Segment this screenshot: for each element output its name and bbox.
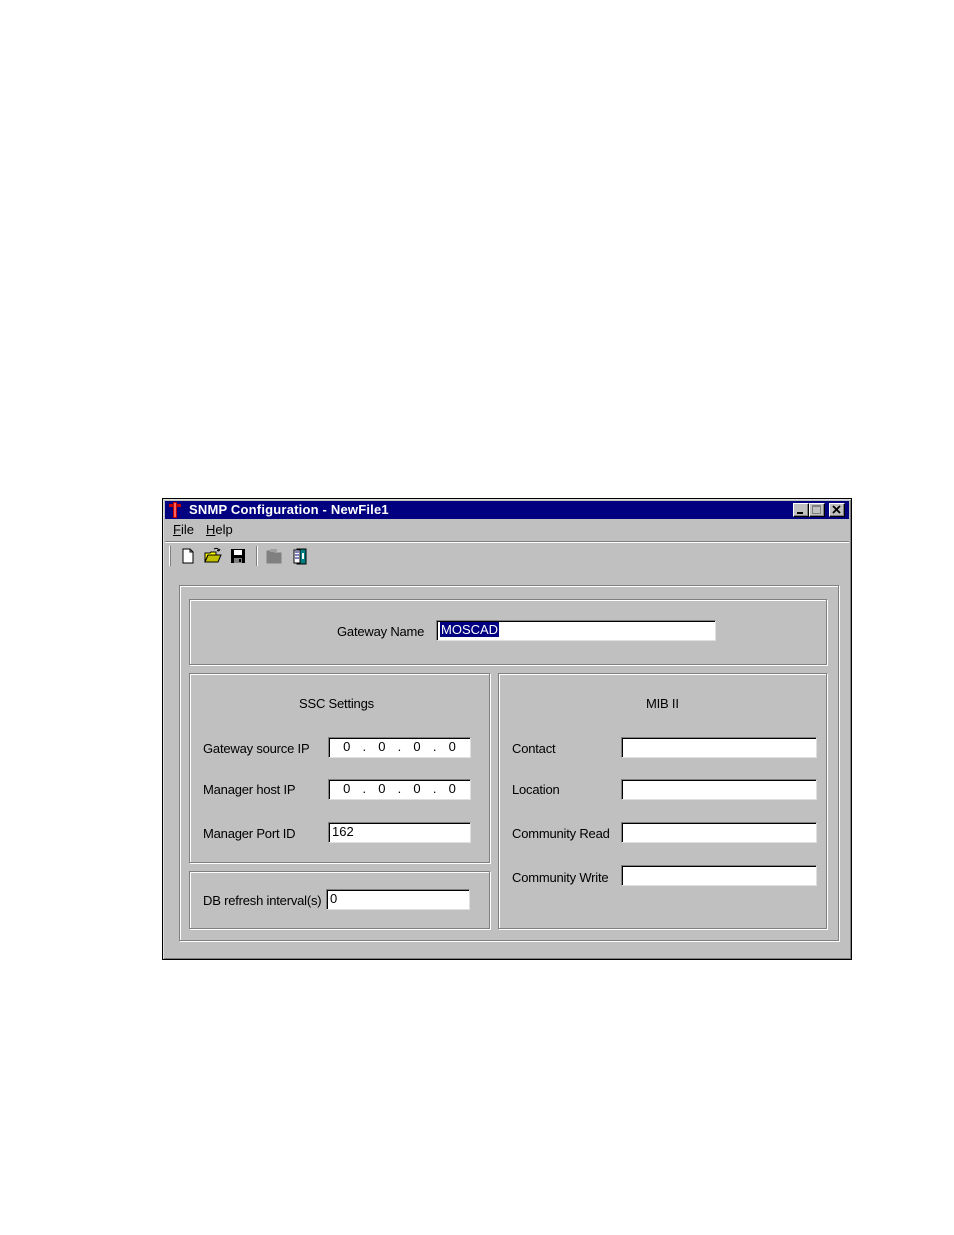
ip-dot: .: [397, 781, 402, 796]
menu-file[interactable]: File: [173, 520, 194, 540]
menu-help-label: elp: [215, 522, 233, 537]
ssc-settings-title: SSC Settings: [299, 696, 374, 711]
window-title: SNMP Configuration - NewFile1: [189, 502, 389, 517]
contact-field[interactable]: [621, 737, 817, 758]
ip-octet: 0: [343, 781, 351, 796]
ip-dot: .: [432, 739, 437, 754]
ip-dot: .: [432, 781, 437, 796]
menu-file-mnemonic: F: [173, 522, 181, 537]
location-field[interactable]: [621, 779, 817, 800]
mib-ii-group: [498, 673, 827, 929]
toolbar-grip[interactable]: [169, 546, 170, 566]
ip-octet: 0: [413, 739, 421, 754]
minimize-button[interactable]: [793, 503, 809, 517]
snmp-configuration-window: SNMP Configuration - NewFile1 File Help: [162, 498, 852, 960]
maximize-button[interactable]: [809, 503, 825, 517]
manager-port-id-label: Manager Port ID: [203, 826, 296, 841]
app-icon: [169, 502, 181, 518]
menu-help-mnemonic: H: [206, 522, 216, 537]
gateway-source-ip-label: Gateway source IP: [203, 741, 310, 756]
db-refresh-interval-label: DB refresh interval(s): [203, 893, 322, 908]
toolbar-separator: [256, 546, 257, 566]
community-read-field[interactable]: [621, 822, 817, 843]
menu-help[interactable]: Help: [206, 520, 233, 540]
gateway-name-value: MOSCAD: [440, 622, 500, 637]
community-write-label: Community Write: [512, 870, 609, 885]
minimize-icon: [797, 512, 803, 514]
close-button[interactable]: [829, 503, 845, 517]
maximize-icon: [812, 505, 821, 514]
open-folder-icon[interactable]: [204, 547, 222, 565]
gateway-name-label: Gateway Name: [337, 624, 425, 639]
ip-octet: 0: [448, 781, 456, 796]
gateway-source-ip-field[interactable]: 0. 0. 0. 0: [328, 737, 471, 758]
manager-port-id-field[interactable]: 162: [328, 822, 471, 843]
ip-dot: .: [362, 739, 367, 754]
ip-octet: 0: [343, 739, 351, 754]
mib-ii-title: MIB II: [646, 696, 679, 711]
book-help-icon[interactable]: [291, 547, 309, 565]
menu-file-label: ile: [180, 522, 194, 537]
ip-dot: .: [397, 739, 402, 754]
ip-octet: 0: [378, 739, 386, 754]
community-write-field[interactable]: [621, 865, 817, 886]
new-document-icon[interactable]: [179, 547, 197, 565]
download-icon: [266, 549, 282, 564]
manager-host-ip-field[interactable]: 0. 0. 0. 0: [328, 779, 471, 800]
menu-bar: File Help: [165, 520, 849, 540]
ip-octet: 0: [448, 739, 456, 754]
manager-host-ip-label: Manager host IP: [203, 782, 296, 797]
ip-dot: .: [362, 781, 367, 796]
location-label: Location: [512, 782, 560, 797]
contact-label: Contact: [512, 741, 556, 756]
community-read-label: Community Read: [512, 826, 610, 841]
ip-octet: 0: [413, 781, 421, 796]
gateway-name-field[interactable]: MOSCAD: [436, 620, 716, 641]
close-icon: [832, 505, 841, 514]
floppy-disk-icon[interactable]: [229, 547, 247, 565]
toolbar: [165, 543, 849, 569]
title-bar[interactable]: SNMP Configuration - NewFile1: [165, 501, 849, 519]
db-refresh-interval-field[interactable]: 0: [326, 889, 470, 910]
ip-octet: 0: [378, 781, 386, 796]
